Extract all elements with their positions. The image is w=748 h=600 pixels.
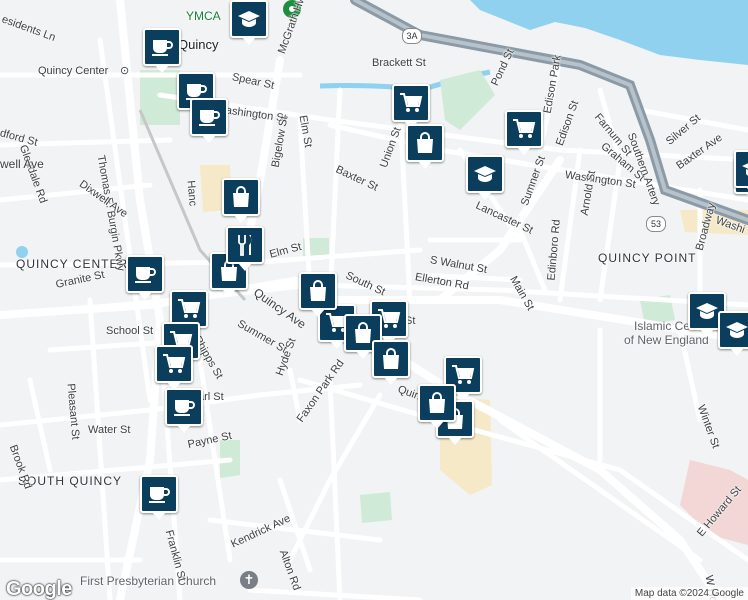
city-label: Quincy Center [38,65,109,77]
school-icon[interactable] [734,150,748,195]
shopping-cart-icon[interactable] [392,84,430,129]
area-label: QUINCY CENTER [16,257,129,271]
street-label: School St [106,325,154,337]
school-icon[interactable] [466,155,504,200]
map-canvas[interactable]: QUINCY CENTER QUINCY POINT SOUTH QUINCY … [0,0,748,600]
highlight-area [680,460,748,545]
coffee-icon[interactable] [126,255,164,300]
street-label: Water St [88,424,131,436]
shopping-cart-icon[interactable] [155,345,193,390]
shopping-bag-icon[interactable] [418,384,456,429]
transit-icon: ⊙ [120,65,130,77]
google-logo: Google [6,578,72,600]
coffee-icon[interactable] [190,98,228,143]
coffee-icon[interactable] [140,475,178,520]
street-label: Hanc [184,179,199,207]
church-icon[interactable]: ✝ [240,571,258,589]
park-area [360,492,392,523]
poi-label: of New England [624,333,709,347]
poi-label: First Presbyterian Church [80,574,217,588]
shopping-bag-icon[interactable] [299,272,337,317]
route-shield: 3A [402,28,422,44]
route-shield: 53 [646,216,666,232]
shopping-bag-icon[interactable] [406,124,444,169]
street-label: well Ave [0,157,44,171]
restaurant-icon[interactable] [226,226,264,271]
park-area [440,70,495,130]
city-label: Quincy [178,37,219,52]
school-icon[interactable] [718,311,748,356]
school-icon[interactable] [230,0,268,45]
shopping-bag-icon[interactable] [372,340,410,385]
coffee-icon[interactable] [165,388,203,433]
coffee-icon[interactable] [143,28,181,73]
poi-label: YMCA [186,9,221,23]
shopping-bag-icon[interactable] [222,178,260,223]
map-attribution[interactable]: Map data ©2024 Google [630,587,748,600]
shopping-cart-icon[interactable] [505,110,543,155]
street-label: Brackett St [372,57,426,69]
area-label: QUINCY POINT [598,251,697,265]
